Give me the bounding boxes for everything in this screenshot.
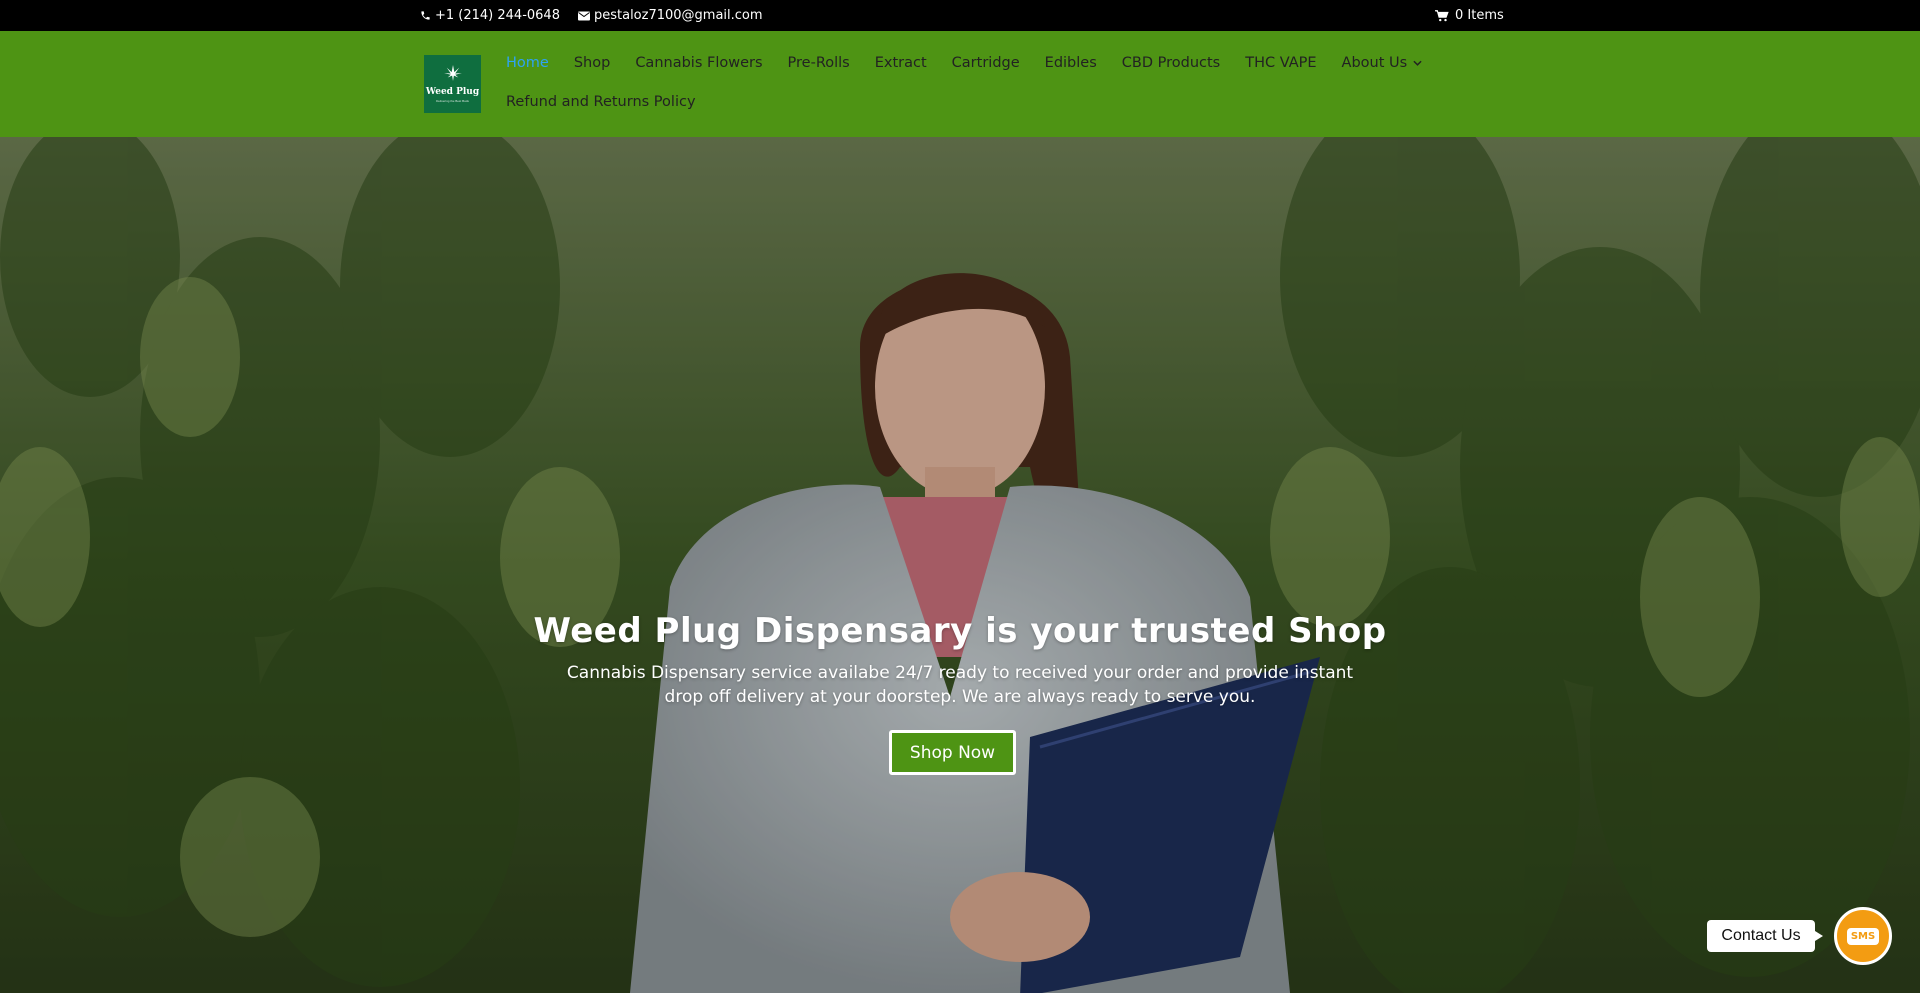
nav-item-edibles[interactable]: Edibles [1045, 55, 1097, 71]
phone-link[interactable]: +1 (214) 244-0648 [420, 8, 560, 23]
phone-number: +1 (214) 244-0648 [435, 8, 560, 23]
nav-item-cbd-products[interactable]: CBD Products [1122, 55, 1220, 71]
main-header: Weed Plug Delivering the Best Buds Home … [0, 31, 1920, 137]
main-nav: Home Shop Cannabis Flowers Pre-Rolls Ext… [506, 53, 1422, 112]
phone-icon [421, 11, 430, 20]
envelope-icon [577, 11, 590, 20]
nav-item-thc-vape[interactable]: THC VAPE [1245, 55, 1316, 71]
cart-link[interactable]: 0 Items [1435, 0, 1504, 31]
site-logo[interactable]: Weed Plug Delivering the Best Buds [424, 55, 481, 113]
nav-item-about-us[interactable]: About Us [1342, 55, 1423, 71]
chevron-down-icon [1413, 60, 1422, 66]
sms-button[interactable]: SMS [1834, 907, 1892, 965]
cannabis-leaf-icon [443, 65, 462, 85]
nav-item-about-us-label: About Us [1341, 55, 1408, 71]
nav-item-cannabis-flowers[interactable]: Cannabis Flowers [635, 55, 762, 71]
top-bar: +1 (214) 244-0648 pestaloz7100@gmail.com… [0, 0, 1920, 31]
email-link[interactable]: pestaloz7100@gmail.com [577, 8, 763, 23]
nav-item-shop[interactable]: Shop [574, 55, 610, 71]
logo-subtitle: Delivering the Best Buds [436, 99, 469, 103]
email-address: pestaloz7100@gmail.com [593, 8, 763, 23]
nav-item-refund-policy[interactable]: Refund and Returns Policy [506, 94, 696, 110]
nav-item-home[interactable]: Home [506, 55, 549, 71]
hero-title: Weed Plug Dispensary is your trusted Sho… [533, 611, 1387, 651]
hero-section: Weed Plug Dispensary is your trusted Sho… [0, 137, 1920, 993]
cart-count: 0 Items [1455, 8, 1504, 23]
nav-item-pre-rolls[interactable]: Pre-Rolls [788, 55, 850, 71]
hero-subtitle: Cannabis Dispensary service availabe 24/… [566, 663, 1354, 707]
nav-item-extract[interactable]: Extract [875, 55, 927, 71]
sms-icon: SMS [1846, 927, 1880, 945]
contact-us-bubble[interactable]: Contact Us [1707, 920, 1823, 952]
shop-now-button[interactable]: Shop Now [889, 730, 1016, 775]
cart-icon [1435, 9, 1449, 21]
logo-title: Weed Plug [425, 87, 480, 97]
nav-item-cartridge[interactable]: Cartridge [952, 55, 1020, 71]
hero-overlay [0, 137, 1920, 993]
